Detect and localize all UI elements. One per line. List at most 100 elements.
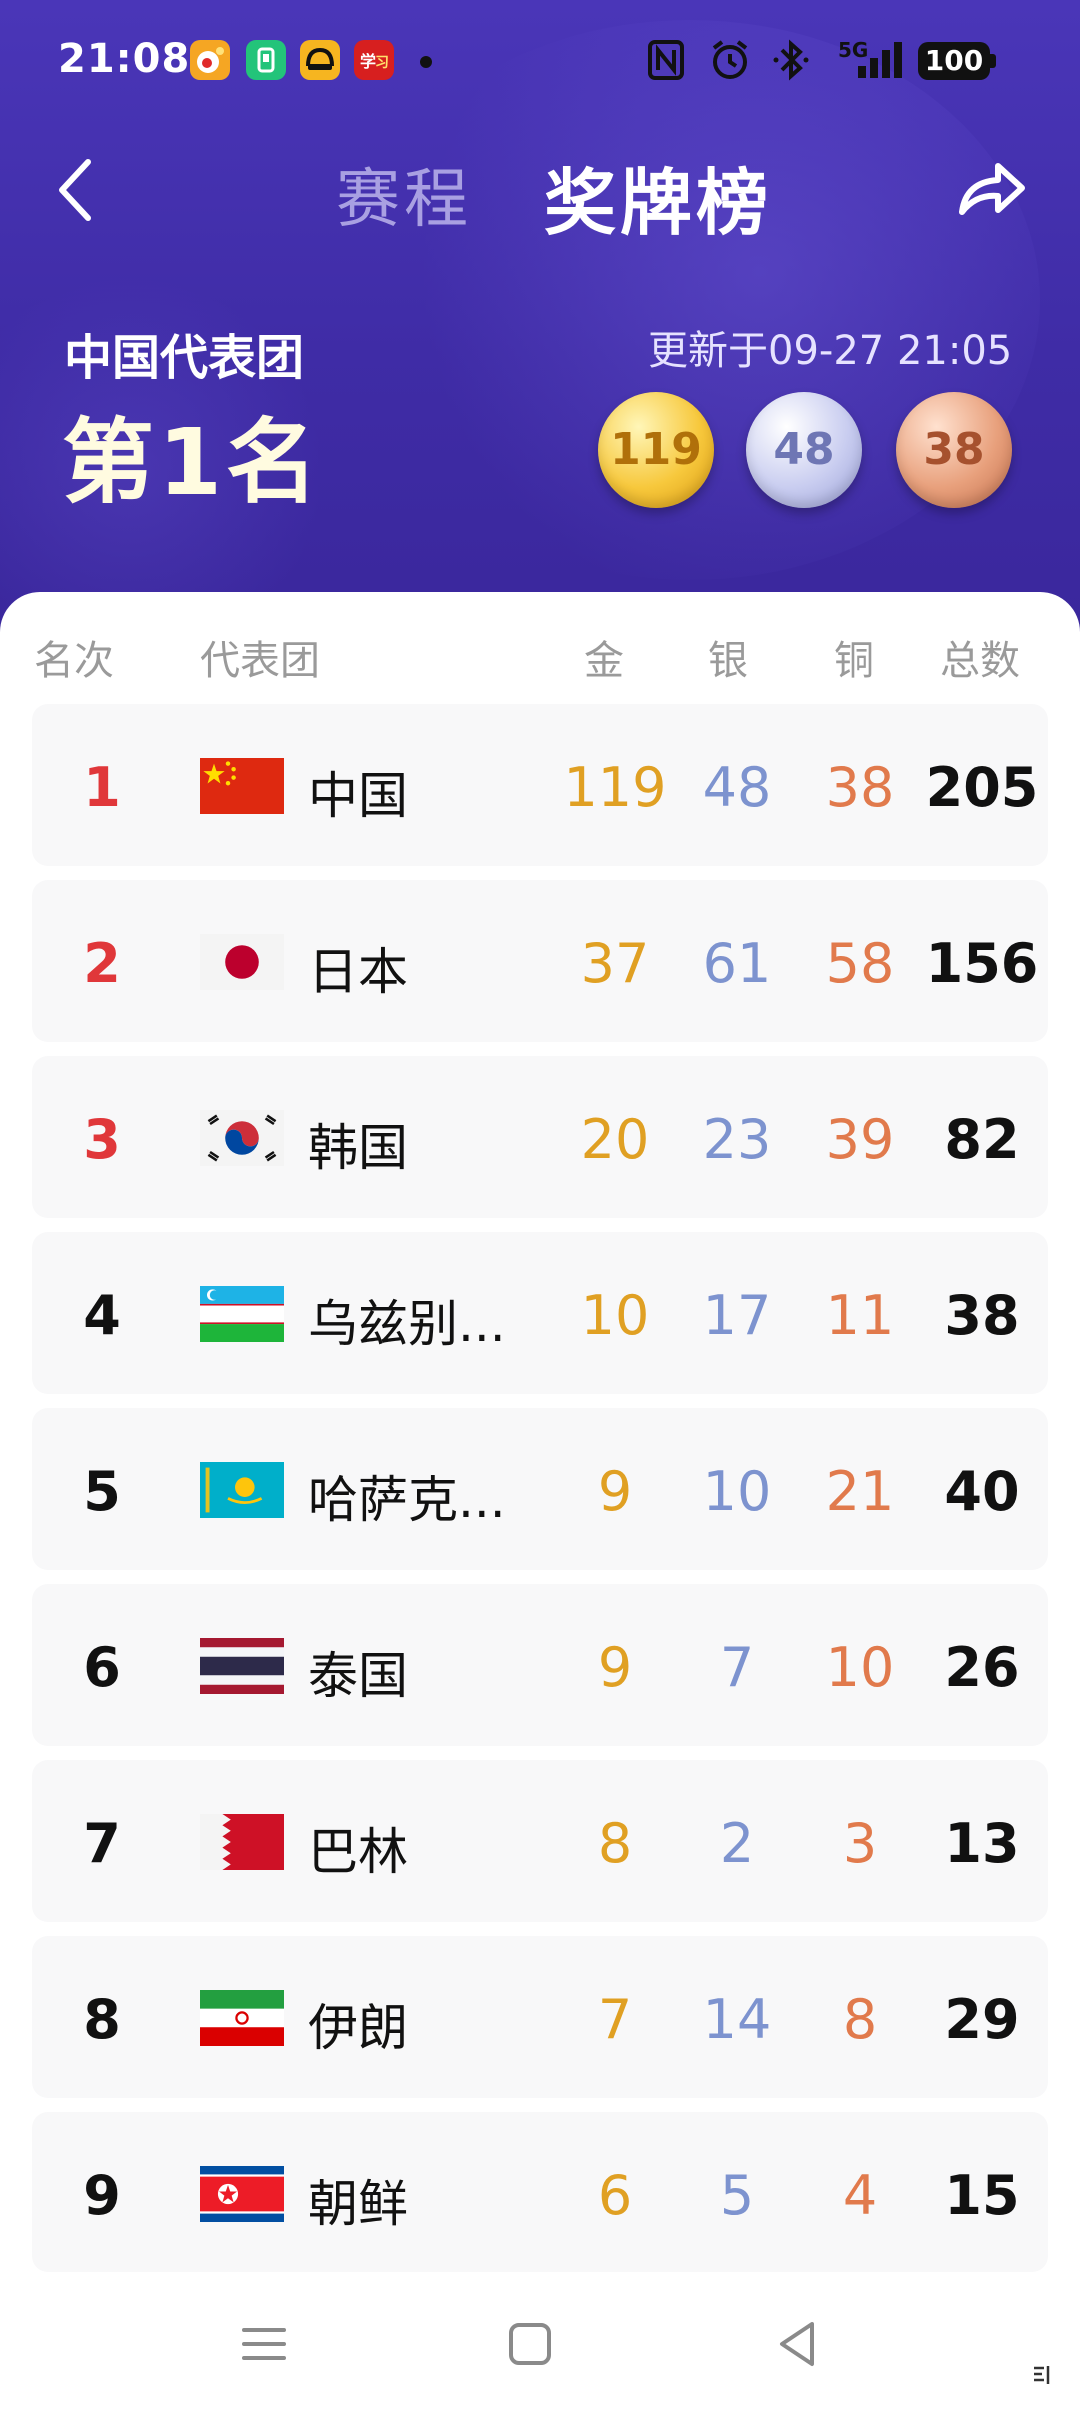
- weibo-icon: [190, 40, 230, 80]
- row-rank: 9: [83, 2164, 121, 2227]
- flag-bahrain-icon: [200, 1814, 284, 1870]
- row-gold: 9: [597, 1636, 633, 1699]
- share-icon: [959, 163, 1025, 215]
- row-team-name: 泰国: [308, 1647, 408, 1705]
- tab-schedule[interactable]: 赛程: [336, 148, 472, 240]
- row-total: 82: [944, 1108, 1020, 1171]
- gold-medal-count: 119: [598, 392, 714, 508]
- signal-icon: 5G: [838, 36, 908, 84]
- status-bar: 21:08 学习 5G 100: [0, 0, 1080, 120]
- study-icon: 学习: [354, 40, 394, 80]
- row-bronze: 4: [842, 2164, 878, 2227]
- column-rank: 名次: [34, 638, 114, 684]
- table-row[interactable]: 1 中国 119 48 38 205: [32, 704, 1048, 866]
- row-silver: 14: [702, 1988, 772, 2051]
- row-rank: 7: [83, 1812, 121, 1875]
- flag-uzbekistan-icon: [200, 1286, 284, 1342]
- row-total: 26: [944, 1636, 1020, 1699]
- system-nav-bar: [0, 2272, 1080, 2412]
- table-row[interactable]: 9 朝鲜 6 5 4 15: [32, 2112, 1048, 2272]
- battery-icon: 100: [918, 42, 990, 80]
- flag-iran-icon: [200, 1990, 284, 2046]
- row-bronze: 10: [825, 1636, 895, 1699]
- row-team-name: 朝鲜: [308, 2175, 408, 2233]
- back-button[interactable]: [48, 150, 108, 230]
- table-row[interactable]: 6 泰国 9 7 10 26: [32, 1584, 1048, 1746]
- flag-korea-icon: [200, 1110, 284, 1166]
- row-rank: 4: [83, 1284, 121, 1347]
- home-icon: [509, 2323, 551, 2365]
- table-row[interactable]: 3 韩国 20 23 39 82: [32, 1056, 1048, 1218]
- header: 21:08 学习 5G 100 赛程 奖牌榜 中国代表团 第1名 更新于09-2…: [0, 0, 1080, 640]
- flag-dprk-icon: [200, 2166, 284, 2222]
- column-total: 总数: [940, 638, 1020, 684]
- row-bronze: 21: [825, 1460, 895, 1523]
- row-gold: 10: [580, 1284, 650, 1347]
- row-silver: 10: [702, 1460, 772, 1523]
- row-team-name: 乌兹别...: [308, 1295, 506, 1353]
- back-nav-button[interactable]: [766, 2312, 830, 2376]
- menu-icon: [242, 2328, 286, 2360]
- menu-button[interactable]: [232, 2312, 296, 2376]
- row-gold: 119: [563, 756, 667, 819]
- row-bronze: 11: [825, 1284, 895, 1347]
- table-row[interactable]: 2 日本 37 61 58 156: [32, 880, 1048, 1042]
- update-time: 更新于09-27 21:05: [648, 328, 1013, 374]
- home-button[interactable]: [498, 2312, 562, 2376]
- row-bronze: 58: [825, 932, 895, 995]
- flag-china-icon: [200, 758, 284, 814]
- row-rank: 2: [83, 932, 121, 995]
- table-row[interactable]: 7 巴林 8 2 3 13: [32, 1760, 1048, 1922]
- row-gold: 8: [597, 1812, 633, 1875]
- rank-headline: 第1名: [62, 409, 323, 516]
- wallet-icon: [246, 40, 286, 80]
- row-rank: 5: [83, 1460, 121, 1523]
- row-bronze: 39: [825, 1108, 895, 1171]
- nfc-icon: [646, 36, 686, 84]
- flag-thailand-icon: [200, 1638, 284, 1694]
- car-icon: [300, 40, 340, 80]
- table-row[interactable]: 4 乌兹别... 10 17 11 38: [32, 1232, 1048, 1394]
- row-team-name: 中国: [308, 767, 408, 825]
- back-arrow-icon: [59, 159, 91, 221]
- column-silver: 银: [708, 638, 748, 684]
- row-silver: 23: [702, 1108, 772, 1171]
- row-total: 38: [944, 1284, 1020, 1347]
- back-triangle-icon: [780, 2322, 814, 2366]
- row-silver: 5: [719, 2164, 755, 2227]
- status-time: 21:08: [58, 36, 191, 82]
- svg-text:习: 习: [375, 55, 389, 71]
- table-row[interactable]: 8 伊朗 7 14 8 29: [32, 1936, 1048, 2098]
- row-total: 15: [944, 2164, 1020, 2227]
- row-gold: 6: [597, 2164, 633, 2227]
- floating-tool-icon[interactable]: [1030, 2360, 1060, 2390]
- row-team-name: 日本: [308, 943, 408, 1001]
- battery-tip: [990, 54, 996, 68]
- row-total: 13: [944, 1812, 1020, 1875]
- bronze-medal-count: 38: [896, 392, 1012, 508]
- row-total: 29: [944, 1988, 1020, 2051]
- row-total: 40: [944, 1460, 1020, 1523]
- row-team-name: 伊朗: [308, 1999, 408, 2057]
- flag-kazakhstan-icon: [200, 1462, 284, 1518]
- row-bronze: 38: [825, 756, 895, 819]
- table-row[interactable]: 5 哈萨克... 9 10 21 40: [32, 1408, 1048, 1570]
- row-rank: 8: [83, 1988, 121, 2051]
- row-silver: 17: [702, 1284, 772, 1347]
- row-gold: 7: [597, 1988, 633, 2051]
- row-gold: 20: [580, 1108, 650, 1171]
- row-total: 205: [925, 756, 1039, 819]
- column-bronze: 铜: [834, 638, 874, 684]
- row-team-name: 巴林: [308, 1823, 408, 1881]
- flag-japan-icon: [200, 934, 284, 990]
- row-rank: 3: [83, 1108, 121, 1171]
- row-team-name: 韩国: [308, 1119, 408, 1177]
- svg-text:学: 学: [360, 52, 376, 71]
- row-total: 156: [925, 932, 1039, 995]
- row-silver: 7: [719, 1636, 755, 1699]
- team-label: 中国代表团: [64, 330, 305, 386]
- share-button[interactable]: [952, 150, 1032, 230]
- tab-medal-table[interactable]: 奖牌榜: [544, 144, 772, 249]
- row-rank: 6: [83, 1636, 121, 1699]
- notification-dot: [420, 56, 432, 68]
